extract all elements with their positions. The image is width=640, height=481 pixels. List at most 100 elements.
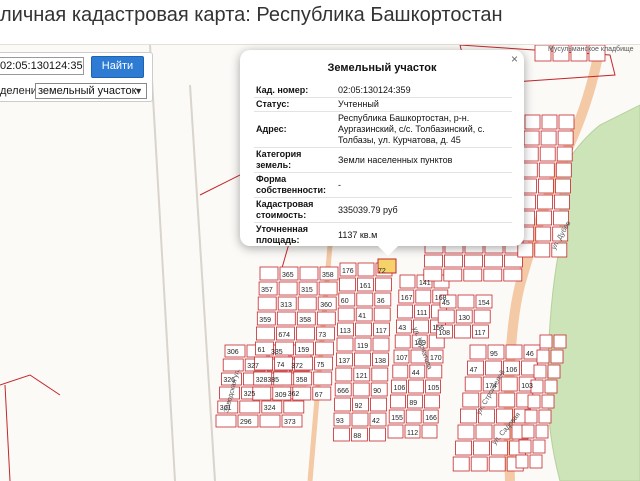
land-parcel[interactable] — [317, 312, 335, 325]
land-parcel[interactable] — [338, 308, 354, 321]
land-parcel[interactable] — [358, 263, 374, 276]
land-parcel[interactable] — [541, 131, 556, 145]
land-parcel[interactable] — [353, 383, 369, 396]
object-type-select[interactable]: земельный участок ▼ — [35, 83, 147, 99]
land-parcel[interactable] — [314, 372, 332, 385]
land-parcel[interactable] — [356, 323, 372, 336]
land-parcel[interactable] — [555, 195, 570, 209]
land-parcel[interactable] — [240, 401, 260, 413]
land-parcel[interactable] — [256, 327, 274, 340]
land-parcel[interactable] — [499, 393, 515, 407]
land-parcel[interactable] — [444, 269, 462, 281]
land-parcel[interactable] — [530, 455, 542, 468]
land-parcel[interactable] — [548, 365, 560, 378]
land-parcel[interactable] — [504, 269, 522, 281]
land-parcel[interactable] — [559, 115, 574, 129]
land-parcel[interactable] — [464, 269, 482, 281]
cadastral-number-input[interactable] — [0, 57, 84, 75]
land-parcel[interactable] — [339, 278, 355, 291]
land-parcel[interactable] — [333, 428, 349, 441]
land-parcel[interactable] — [422, 425, 437, 438]
land-parcel[interactable] — [557, 147, 572, 161]
land-parcel[interactable] — [474, 310, 490, 323]
land-parcel[interactable] — [518, 243, 533, 257]
land-parcel[interactable] — [454, 325, 470, 338]
land-parcel[interactable] — [390, 395, 405, 408]
land-parcel[interactable] — [554, 335, 566, 348]
land-parcel[interactable] — [444, 255, 462, 267]
land-parcel[interactable] — [516, 455, 528, 468]
land-parcel[interactable] — [555, 179, 570, 193]
land-parcel[interactable] — [537, 211, 552, 225]
land-parcel[interactable] — [438, 310, 454, 323]
land-parcel[interactable] — [539, 410, 551, 423]
land-parcel[interactable] — [316, 342, 334, 355]
land-parcel[interactable] — [395, 335, 410, 348]
land-parcel[interactable] — [375, 278, 391, 291]
land-parcel[interactable] — [501, 377, 517, 391]
land-parcel[interactable] — [458, 295, 474, 308]
land-parcel[interactable] — [540, 147, 555, 161]
land-parcel[interactable] — [525, 410, 537, 423]
land-parcel[interactable] — [458, 425, 474, 439]
land-parcel[interactable] — [484, 269, 502, 281]
land-parcel[interactable] — [216, 415, 236, 427]
land-parcel[interactable] — [476, 425, 492, 439]
land-parcel[interactable] — [525, 115, 540, 129]
land-parcel[interactable] — [535, 243, 550, 257]
land-parcel[interactable] — [223, 359, 243, 371]
land-parcel[interactable] — [260, 415, 280, 427]
land-parcel[interactable] — [538, 195, 553, 209]
land-parcel[interactable] — [471, 457, 487, 471]
land-parcel[interactable] — [279, 282, 297, 295]
land-parcel[interactable] — [524, 131, 539, 145]
land-parcel[interactable] — [522, 163, 537, 177]
land-parcel[interactable] — [456, 441, 472, 455]
land-parcel[interactable] — [352, 413, 368, 426]
land-parcel[interactable] — [335, 398, 351, 411]
land-parcel[interactable] — [506, 345, 522, 359]
land-parcel[interactable] — [373, 338, 389, 351]
find-button[interactable]: Найти — [91, 56, 144, 78]
land-parcel[interactable] — [296, 327, 314, 340]
land-parcel[interactable] — [474, 441, 490, 455]
land-parcel[interactable] — [357, 293, 373, 306]
land-parcel[interactable] — [545, 380, 557, 393]
land-parcel[interactable] — [470, 345, 486, 359]
land-parcel[interactable] — [465, 377, 481, 391]
land-parcel[interactable] — [484, 255, 502, 267]
land-parcel[interactable] — [253, 387, 271, 400]
land-parcel[interactable] — [416, 290, 431, 303]
land-parcel[interactable] — [298, 297, 316, 310]
land-parcel[interactable] — [522, 425, 534, 438]
land-parcel[interactable] — [388, 425, 403, 438]
land-parcel[interactable] — [409, 380, 424, 393]
land-parcel[interactable] — [258, 297, 276, 310]
land-parcel[interactable] — [463, 393, 479, 407]
land-parcel[interactable] — [406, 410, 421, 423]
land-parcel[interactable] — [424, 255, 442, 267]
land-parcel[interactable] — [337, 338, 353, 351]
land-parcel[interactable] — [519, 440, 531, 453]
land-parcel[interactable] — [369, 428, 385, 441]
land-parcel[interactable] — [533, 440, 545, 453]
land-parcel[interactable] — [453, 457, 469, 471]
land-parcel[interactable] — [558, 131, 573, 145]
land-parcel[interactable] — [424, 395, 439, 408]
land-parcel[interactable] — [536, 227, 551, 241]
land-parcel[interactable] — [336, 368, 352, 381]
land-parcel[interactable] — [551, 350, 563, 363]
land-parcel[interactable] — [536, 425, 548, 438]
land-parcel[interactable] — [260, 267, 278, 280]
land-parcel[interactable] — [537, 350, 549, 363]
land-parcel[interactable] — [534, 365, 546, 378]
land-parcel[interactable] — [528, 395, 540, 408]
land-parcel[interactable] — [538, 179, 553, 193]
land-parcel[interactable] — [542, 115, 557, 129]
land-parcel[interactable] — [523, 147, 538, 161]
land-parcel[interactable] — [284, 401, 304, 413]
land-parcel[interactable] — [460, 409, 476, 423]
land-parcel[interactable] — [393, 365, 408, 378]
land-parcel[interactable] — [374, 308, 390, 321]
land-parcel[interactable] — [398, 305, 413, 318]
